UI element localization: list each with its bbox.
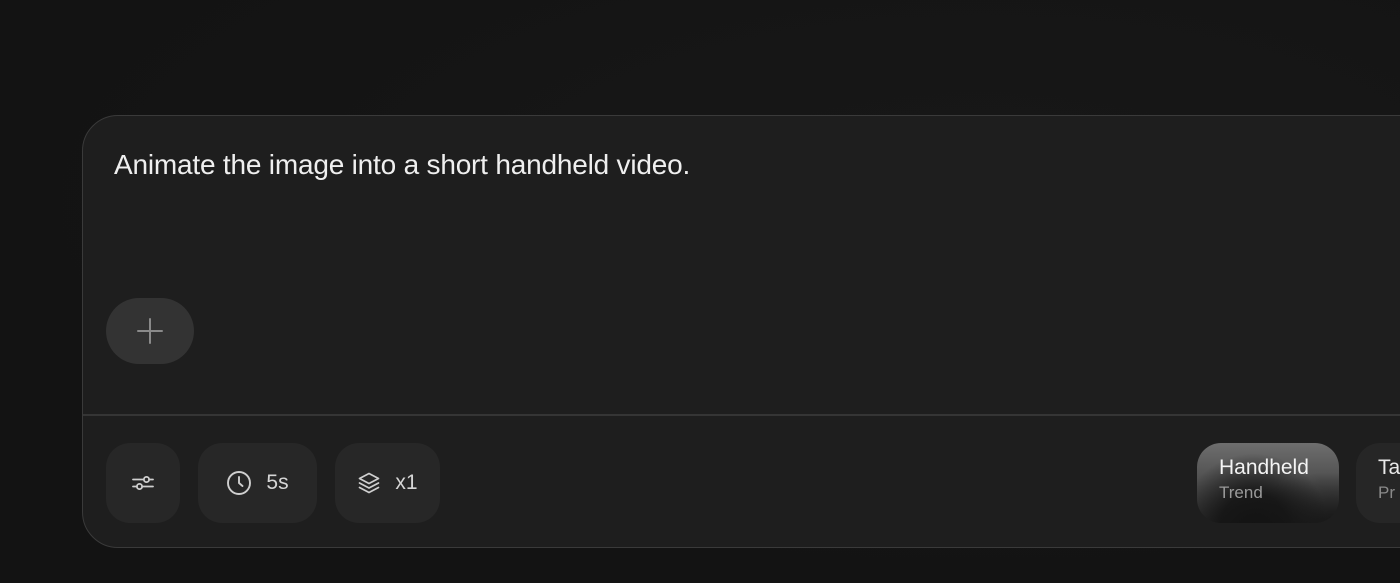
preset-card[interactable]: Ta Pr bbox=[1356, 443, 1400, 523]
prompt-input[interactable]: Animate the image into a short handheld … bbox=[114, 147, 690, 183]
page: Animate the image into a short handheld … bbox=[0, 0, 1400, 583]
prompt-composer: Animate the image into a short handheld … bbox=[82, 115, 1400, 548]
settings-button[interactable] bbox=[106, 443, 180, 523]
preset-subtitle: Pr bbox=[1378, 483, 1395, 502]
layers-icon bbox=[357, 471, 381, 495]
preset-handheld-card[interactable]: Handheld Trend bbox=[1197, 443, 1339, 523]
preset-subtitle: Trend bbox=[1219, 483, 1263, 502]
divider bbox=[83, 414, 1400, 416]
plus-icon bbox=[136, 317, 164, 345]
sliders-icon bbox=[131, 471, 155, 495]
preset-title: Handheld bbox=[1219, 456, 1309, 479]
output-count-button[interactable]: x1 bbox=[335, 443, 440, 523]
add-attachment-button[interactable] bbox=[106, 298, 194, 364]
duration-label: 5s bbox=[266, 471, 289, 494]
clock-icon bbox=[226, 470, 252, 496]
duration-button[interactable]: 5s bbox=[198, 443, 317, 523]
output-count-label: x1 bbox=[395, 471, 418, 494]
preset-title: Ta bbox=[1378, 456, 1400, 479]
